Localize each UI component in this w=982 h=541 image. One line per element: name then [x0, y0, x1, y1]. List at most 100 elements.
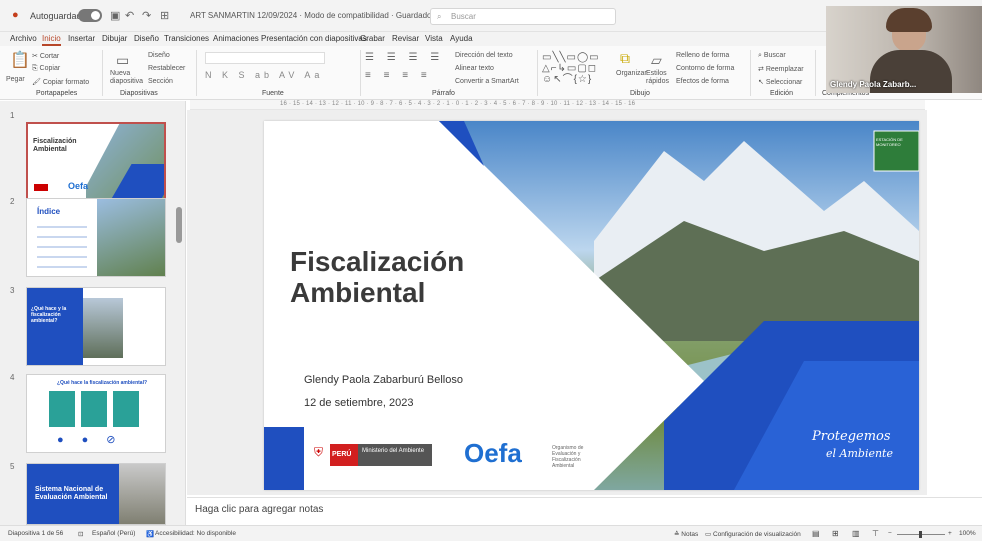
notes-button[interactable]: ≙ Notas	[674, 530, 698, 538]
tab-transiciones[interactable]: Transiciones	[164, 34, 209, 43]
ministry-label: Ministerio del Ambiente	[358, 444, 432, 466]
bottom-left-blue-accent	[264, 427, 304, 490]
text-direction-button[interactable]: Dirección del texto	[455, 52, 513, 59]
copy-label: Copiar	[39, 65, 61, 72]
divider	[815, 50, 816, 96]
thumbnail-photo	[83, 298, 123, 358]
normal-view-icon[interactable]: ▤	[812, 529, 820, 538]
thumbnail-box	[81, 391, 107, 427]
zoom-in-button[interactable]: +	[948, 530, 952, 537]
paste-icon[interactable]: 📋	[10, 50, 30, 70]
zoom-slider-thumb[interactable]	[919, 531, 922, 538]
spellcheck-icon[interactable]: ⊡	[78, 530, 83, 538]
redo-icon[interactable]: ↷	[142, 9, 151, 22]
shape-fill-button[interactable]: Relleno de forma	[676, 52, 729, 59]
quick-styles-icon[interactable]: ▱	[651, 52, 662, 69]
thumbnail-title: Fiscalización Ambiental	[33, 138, 77, 153]
tab-grabar[interactable]: Grabar	[360, 34, 385, 43]
save-icon[interactable]: ▣	[110, 9, 120, 22]
arrange-button[interactable]: Organizar	[616, 70, 647, 77]
align-buttons-icon[interactable]: ≡ ≡ ≡ ≡	[365, 70, 432, 81]
reset-button[interactable]: Restablecer	[148, 65, 185, 72]
present-icon[interactable]: ⊞	[160, 9, 169, 22]
thumbnail-number: 1	[10, 111, 15, 120]
peru-label: PERÚ	[330, 444, 358, 466]
arrange-icon[interactable]: ⧉	[620, 50, 630, 67]
view-settings-button[interactable]: ▭ Configuración de visualización	[705, 530, 801, 538]
font-format-buttons[interactable]: N K S ab AV Aa	[205, 70, 323, 80]
tab-insertar[interactable]: Insertar	[68, 34, 95, 43]
undo-icon[interactable]: ↶	[125, 9, 134, 22]
slide-title-line-1: Fiscalización	[290, 246, 465, 277]
list-buttons-icon[interactable]: ☰ ☰ ☰ ☰	[365, 52, 444, 63]
align-text-button[interactable]: Alinear texto	[455, 65, 494, 72]
tab-revisar[interactable]: Revisar	[392, 34, 419, 43]
shapes-gallery-icon[interactable]: ▭╲╲▭◯▭ △⌐↳▭▢◻ ☺↖⌒{☆}	[542, 52, 600, 85]
oefa-subtitle: Organismo de Evaluación y Fiscalización …	[552, 445, 584, 469]
shape-outline-button[interactable]: Contorno de forma	[676, 65, 734, 72]
tab-diseno[interactable]: Diseño	[134, 34, 159, 43]
person-hair	[886, 8, 932, 32]
thumbnail-title: ¿Qué hace y la fiscalización ambiental?	[31, 306, 67, 324]
autosave-toggle[interactable]	[78, 9, 102, 22]
thumbnail-slide-1[interactable]: Fiscalización Ambiental Oefa	[26, 122, 166, 201]
tab-animaciones[interactable]: Animaciones	[213, 34, 259, 43]
paste-button[interactable]: Pegar	[6, 76, 25, 83]
layout-button[interactable]: Diseño	[148, 52, 170, 59]
drawing-group-label: Dibujo	[630, 90, 650, 97]
search-input[interactable]: ⌕ Buscar	[430, 8, 616, 25]
thumbnail-number: 3	[10, 286, 15, 295]
language-status[interactable]: Español (Perú)	[92, 530, 135, 537]
notes-pane[interactable]: Haga clic para agregar notas	[187, 497, 982, 524]
tab-vista[interactable]: Vista	[425, 34, 443, 43]
thumbnail-slide-2[interactable]: Índice	[26, 198, 166, 277]
accessibility-status[interactable]: Accesibilidad: No disponible	[155, 530, 236, 537]
thumbnail-slide-5[interactable]: Sistema Nacional de Evaluación Ambiental	[26, 463, 166, 525]
slide-sorter-icon[interactable]: ⊞	[832, 529, 839, 538]
tab-ayuda[interactable]: Ayuda	[450, 34, 473, 43]
presenter-name: Glendy Paola Zabarburú Belloso	[304, 374, 463, 386]
shape-effects-button[interactable]: Efectos de forma	[676, 78, 729, 85]
paragraph-group-label: Párrafo	[432, 90, 455, 97]
select-button[interactable]: ↖ Seleccionar	[758, 78, 802, 86]
replace-button[interactable]: ⇄ Reemplazar	[758, 65, 804, 73]
font-group-label: Fuente	[262, 90, 284, 97]
find-button[interactable]: ⌕ Buscar	[758, 52, 786, 60]
thumbnail-oefa-logo: Oefa	[68, 181, 89, 191]
zoom-out-button[interactable]: −	[888, 530, 892, 537]
font-name-select[interactable]	[205, 52, 325, 64]
tab-archivo[interactable]: Archivo	[10, 34, 37, 43]
divider	[196, 50, 197, 96]
cut-label: Cortar	[39, 53, 60, 60]
copy-format-label: Copiar formato	[42, 79, 90, 86]
thumbnail-slide-4[interactable]: ¿Qué hace la fiscalización ambiental? ●●…	[26, 374, 166, 453]
reading-view-icon[interactable]: ▥	[852, 529, 860, 538]
presentation-date: 12 de setiembre, 2023	[304, 397, 414, 409]
zoom-level[interactable]: 100%	[959, 530, 976, 537]
new-slide-button[interactable]: Nueva diapositiva	[110, 70, 146, 86]
cut-button[interactable]: ✂ Cortar	[32, 52, 59, 60]
tab-presentacion[interactable]: Presentación con diapositivas	[261, 34, 367, 43]
thumbnails-scrollbar[interactable]	[176, 207, 182, 243]
search-placeholder: Buscar	[451, 12, 476, 21]
quick-styles-button[interactable]: Estilos rápidos	[646, 70, 670, 86]
accessibility-icon[interactable]: ♿	[146, 530, 154, 538]
convert-smartart-button[interactable]: Convertir a SmartArt	[455, 78, 519, 85]
new-slide-icon[interactable]: ▭	[116, 52, 129, 69]
thumbnail-photo	[119, 464, 165, 524]
slide-count: Diapositiva 1 de 56	[8, 530, 64, 537]
section-button[interactable]: Sección	[148, 78, 173, 85]
view-settings-label: Configuración de visualización	[712, 531, 801, 538]
thumbnail-slide-3[interactable]: ¿Qué hace y la fiscalización ambiental?	[26, 287, 166, 366]
webcam-overlay: Glendy Paola Zabarb...	[826, 6, 982, 93]
thumbnail-blue-panel	[27, 288, 83, 365]
tab-dibujar[interactable]: Dibujar	[102, 34, 127, 43]
copy-button[interactable]: ⎘ Copiar	[32, 65, 60, 73]
slide-1[interactable]: Fiscalización Ambiental Glendy Paola Zab…	[264, 121, 919, 490]
copy-format-button[interactable]: 🖌 Copiar formato	[32, 78, 89, 86]
divider	[750, 50, 751, 96]
clipboard-group-label: Portapapeles	[36, 90, 78, 97]
tab-inicio[interactable]: Inicio	[42, 34, 61, 46]
slideshow-icon[interactable]: ⊤	[872, 529, 879, 538]
thumbnail-box	[113, 391, 139, 427]
